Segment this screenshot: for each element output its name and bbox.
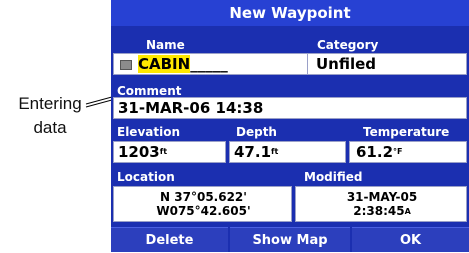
name-field[interactable]: CABIN_____ — [113, 53, 313, 75]
latitude-text: N 37°05.622' — [160, 190, 247, 204]
name-remaining-text: _____ — [190, 55, 228, 73]
location-field[interactable]: N 37°05.622' W075°42.605' — [113, 186, 292, 222]
waypoint-symbol-icon[interactable] — [120, 60, 132, 70]
delete-button[interactable]: Delete — [111, 227, 228, 252]
depth-label: Depth — [236, 125, 277, 139]
temperature-value: 61.2 — [356, 143, 394, 161]
elevation-label: Elevation — [117, 125, 181, 139]
depth-field[interactable]: 47.1ft — [229, 141, 346, 163]
new-waypoint-panel: New Waypoint Name CABIN_____ Category Un… — [111, 0, 469, 252]
comment-field[interactable]: 31-MAR-06 14:38 — [113, 97, 467, 119]
elevation-unit: ft — [159, 147, 168, 156]
name-label: Name — [146, 38, 185, 52]
name-highlighted-text: CABIN — [138, 55, 191, 73]
elevation-value: 1203 — [118, 143, 160, 161]
modified-field: 31-MAY-05 2:38:45A — [295, 186, 467, 222]
elevation-field[interactable]: 1203ft — [113, 141, 226, 163]
temperature-unit: °F — [393, 147, 403, 156]
ok-button[interactable]: OK — [352, 227, 469, 252]
show-map-button[interactable]: Show Map — [230, 227, 350, 252]
category-label: Category — [317, 38, 379, 52]
modified-time-suffix: A — [404, 207, 411, 216]
longitude-text: W075°42.605' — [156, 204, 251, 218]
depth-value: 47.1 — [234, 143, 272, 161]
depth-unit: ft — [271, 147, 279, 156]
category-field[interactable]: Unfiled — [307, 53, 467, 75]
modified-label: Modified — [304, 170, 363, 184]
temperature-field[interactable]: 61.2°F — [349, 141, 467, 163]
modified-time-value: 2:38:45 — [353, 204, 405, 218]
modified-date: 31-MAY-05 — [346, 190, 418, 204]
button-row: Delete Show Map OK — [111, 227, 469, 252]
location-label: Location — [117, 170, 175, 184]
modified-time: 2:38:45A — [296, 204, 466, 218]
temperature-label: Temperature — [363, 125, 450, 139]
window-title: New Waypoint — [111, 0, 469, 26]
